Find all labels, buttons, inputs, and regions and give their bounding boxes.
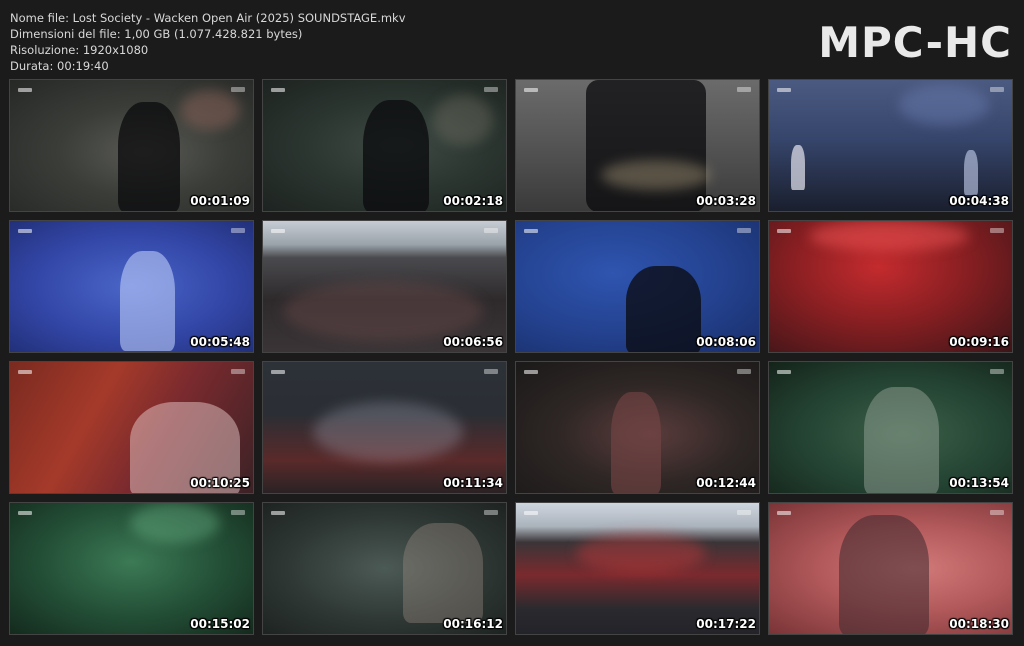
thumbnail-image [263, 503, 506, 634]
timestamp: 00:01:09 [190, 194, 250, 208]
timestamp: 00:13:54 [949, 476, 1009, 490]
channel-logo-icon [271, 370, 285, 374]
timestamp: 00:10:25 [190, 476, 250, 490]
broadcaster-logo-icon [231, 369, 245, 374]
channel-logo-icon [777, 229, 791, 233]
timestamp: 00:17:22 [696, 617, 756, 631]
channel-logo-icon [524, 88, 538, 92]
timestamp: 00:11:34 [443, 476, 503, 490]
channel-logo-icon [18, 370, 32, 374]
broadcaster-logo-icon [737, 369, 751, 374]
timestamp: 00:09:16 [949, 335, 1009, 349]
channel-logo-icon [18, 511, 32, 515]
file-size: Dimensioni del file: 1,00 GB (1.077.428.… [10, 27, 303, 41]
thumbnail-image [10, 503, 253, 634]
timestamp: 00:02:18 [443, 194, 503, 208]
broadcaster-logo-icon [484, 87, 498, 92]
thumbnail[interactable]: 00:08:06 [515, 220, 760, 353]
broadcaster-logo-icon [990, 510, 1004, 515]
resolution: Risoluzione: 1920x1080 [10, 43, 149, 57]
thumbnail-grid: 00:01:09 00:02:18 00:03:28 00:04:38 00:0… [9, 79, 1017, 635]
thumbnail-image [516, 503, 759, 634]
broadcaster-logo-icon [737, 87, 751, 92]
thumbnail[interactable]: 00:03:28 [515, 79, 760, 212]
broadcaster-logo-icon [737, 228, 751, 233]
thumbnail-image [10, 221, 253, 352]
file-info: Nome file: Lost Society - Wacken Open Ai… [10, 10, 406, 74]
thumbnail-image [10, 80, 253, 211]
timestamp: 00:18:30 [949, 617, 1009, 631]
thumbnail-image [10, 362, 253, 493]
thumbnail-image [263, 221, 506, 352]
thumbnail[interactable]: 00:01:09 [9, 79, 254, 212]
thumbnail-image [769, 221, 1012, 352]
thumbnail[interactable]: 00:17:22 [515, 502, 760, 635]
channel-logo-icon [524, 229, 538, 233]
thumbnail-image [769, 503, 1012, 634]
thumbnail[interactable]: 00:13:54 [768, 361, 1013, 494]
thumbnail[interactable]: 00:11:34 [262, 361, 507, 494]
channel-logo-icon [524, 511, 538, 515]
broadcaster-logo-icon [990, 369, 1004, 374]
thumbnail-image [516, 80, 759, 211]
timestamp: 00:06:56 [443, 335, 503, 349]
thumbnail[interactable]: 00:18:30 [768, 502, 1013, 635]
channel-logo-icon [271, 511, 285, 515]
thumbnail[interactable]: 00:12:44 [515, 361, 760, 494]
thumbnail-image [516, 221, 759, 352]
timestamp: 00:04:38 [949, 194, 1009, 208]
duration: Durata: 00:19:40 [10, 59, 109, 73]
timestamp: 00:03:28 [696, 194, 756, 208]
broadcaster-logo-icon [484, 228, 498, 233]
channel-logo-icon [271, 88, 285, 92]
timestamp: 00:15:02 [190, 617, 250, 631]
broadcaster-logo-icon [990, 228, 1004, 233]
thumbnail[interactable]: 00:06:56 [262, 220, 507, 353]
thumbnail-image [769, 362, 1012, 493]
thumbnail[interactable]: 00:10:25 [9, 361, 254, 494]
channel-logo-icon [271, 229, 285, 233]
thumbnail[interactable]: 00:15:02 [9, 502, 254, 635]
broadcaster-logo-icon [990, 87, 1004, 92]
file-name: Nome file: Lost Society - Wacken Open Ai… [10, 11, 406, 25]
channel-logo-icon [18, 229, 32, 233]
broadcaster-logo-icon [737, 510, 751, 515]
thumbnail-image [769, 80, 1012, 211]
timestamp: 00:08:06 [696, 335, 756, 349]
channel-logo-icon [18, 88, 32, 92]
channel-logo-icon [777, 511, 791, 515]
broadcaster-logo-icon [484, 510, 498, 515]
thumbnail[interactable]: 00:02:18 [262, 79, 507, 212]
thumbnail[interactable]: 00:16:12 [262, 502, 507, 635]
thumbnail[interactable]: 00:05:48 [9, 220, 254, 353]
broadcaster-logo-icon [231, 87, 245, 92]
channel-logo-icon [777, 88, 791, 92]
timestamp: 00:16:12 [443, 617, 503, 631]
thumbnail[interactable]: 00:04:38 [768, 79, 1013, 212]
timestamp: 00:05:48 [190, 335, 250, 349]
channel-logo-icon [524, 370, 538, 374]
thumbnail-image [263, 362, 506, 493]
broadcaster-logo-icon [484, 369, 498, 374]
timestamp: 00:12:44 [696, 476, 756, 490]
mpc-hc-logo: MPC-HC [818, 18, 1012, 67]
thumbnail-image [516, 362, 759, 493]
broadcaster-logo-icon [231, 228, 245, 233]
broadcaster-logo-icon [231, 510, 245, 515]
channel-logo-icon [777, 370, 791, 374]
thumbnail[interactable]: 00:09:16 [768, 220, 1013, 353]
thumbnail-image [263, 80, 506, 211]
